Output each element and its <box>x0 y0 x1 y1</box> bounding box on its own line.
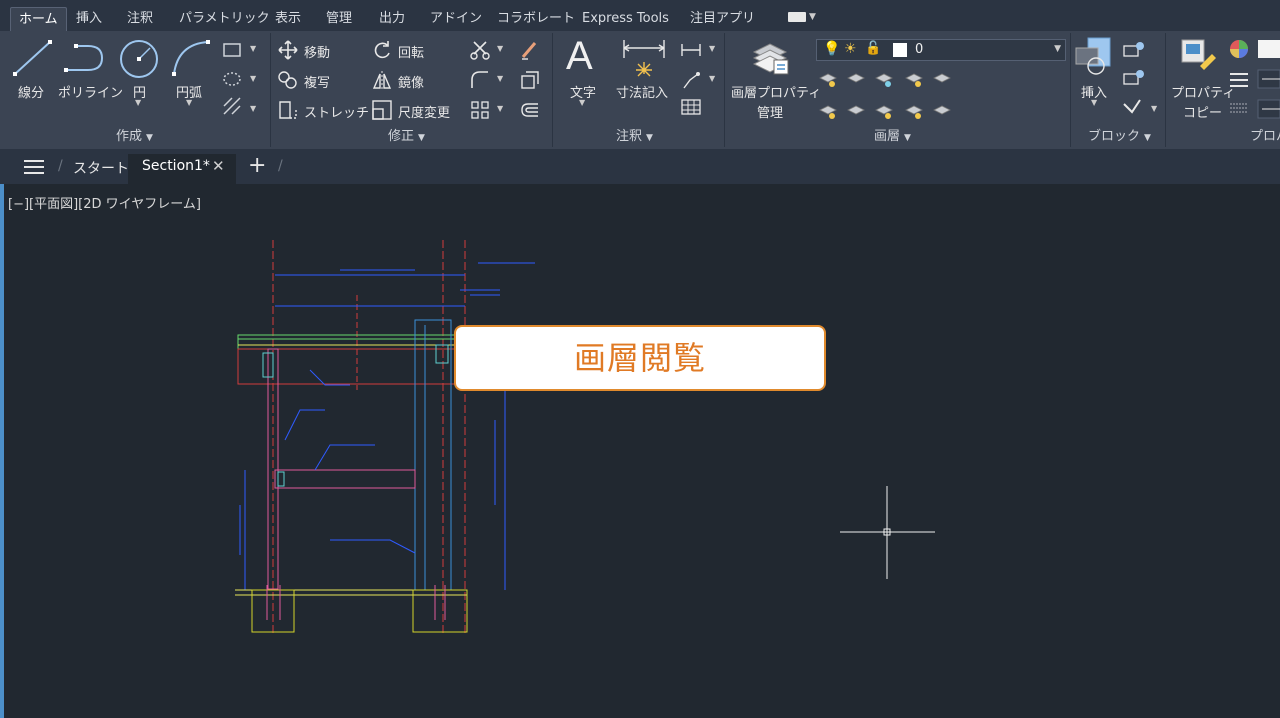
stretch-label[interactable]: ストレッチ <box>304 102 369 121</box>
tab-output[interactable]: 出力 <box>371 7 413 31</box>
scale-icon[interactable] <box>372 100 392 120</box>
fillet-icon[interactable] <box>470 70 490 90</box>
polyline-label[interactable]: ポリライン <box>58 82 123 101</box>
layer-dropdown[interactable]: 💡 ☀ 🔓 0 ▼ <box>816 39 1066 61</box>
tab-featured-apps[interactable]: 注目アプリ <box>682 7 763 31</box>
unlock-icon: 🔓 <box>865 41 882 56</box>
trim-icon[interactable] <box>470 40 490 60</box>
crosshair-cursor <box>840 486 935 579</box>
ribbon-tab-bar: ホーム 挿入 注釈 パラメトリック 表示 管理 出力 アドイン コラボレート E… <box>0 0 1280 32</box>
panel-divider <box>552 33 553 147</box>
layer-properties-label-1[interactable]: 画層プロパティ <box>731 82 821 101</box>
stretch-icon[interactable] <box>278 100 298 120</box>
panel-divider <box>1070 33 1071 147</box>
tab-addins[interactable]: アドイン <box>422 7 490 31</box>
annotation-panel-title[interactable]: 注釈 ▼ <box>616 127 653 147</box>
rotate-label[interactable]: 回転 <box>398 42 424 61</box>
current-layer-name: 0 <box>915 42 924 57</box>
hamburger-menu-icon[interactable] <box>24 160 44 174</box>
chevron-down-icon[interactable]: ▼ <box>809 12 816 22</box>
chevron-down-icon[interactable]: ▼ <box>709 74 715 83</box>
properties-small-tools[interactable] <box>1228 38 1280 122</box>
scale-label[interactable]: 尺度変更 <box>398 102 450 121</box>
file-tab-start[interactable]: スタート <box>73 158 129 178</box>
tab-collaborate[interactable]: コラボレート <box>489 7 583 31</box>
new-tab-plus-icon[interactable]: + <box>248 153 266 178</box>
layer-browse-callout: 画層閲覧 <box>454 325 826 391</box>
line-icon[interactable] <box>12 38 54 78</box>
chevron-down-icon[interactable]: ▼ <box>579 98 585 107</box>
text-icon[interactable]: A <box>566 34 593 79</box>
tab-insert[interactable]: 挿入 <box>68 7 110 31</box>
draw-small-tools[interactable] <box>222 42 242 118</box>
erase-icon[interactable] <box>520 40 540 60</box>
panel-toggle-icon[interactable] <box>788 12 806 22</box>
chevron-down-icon[interactable]: ▼ <box>497 74 503 83</box>
file-tab-bar: / スタート Section1* ✕ + / <box>0 149 1280 184</box>
dimension-label[interactable]: 寸法記入 <box>616 82 668 101</box>
layer-tool-icons[interactable] <box>818 68 958 122</box>
arc-icon[interactable] <box>170 38 212 78</box>
tab-home[interactable]: ホーム <box>10 7 67 32</box>
chevron-down-icon[interactable]: ▼ <box>1091 98 1097 107</box>
draw-panel-title[interactable]: 作成 ▼ <box>116 127 153 147</box>
match-properties-label-1[interactable]: プロパティ <box>1171 82 1235 101</box>
layer-properties-icon[interactable] <box>750 36 792 78</box>
viewport-controls[interactable]: [−][平面図][2D ワイヤフレーム] <box>8 193 201 212</box>
move-icon[interactable] <box>278 40 298 60</box>
mirror-label[interactable]: 鏡像 <box>398 72 424 91</box>
sun-icon: ☀ <box>844 41 857 57</box>
copy-icon[interactable] <box>278 70 298 90</box>
explode-icon[interactable] <box>520 70 540 90</box>
tab-annotate[interactable]: 注釈 <box>119 7 161 31</box>
tab-separator: / <box>58 158 63 174</box>
chevron-down-icon: ▼ <box>1054 44 1061 54</box>
tab-view[interactable]: 表示 <box>267 7 309 31</box>
chevron-down-icon[interactable]: ▼ <box>135 98 141 107</box>
file-tab-active-label: Section1* <box>142 158 210 174</box>
chevron-down-icon[interactable]: ▼ <box>1151 104 1157 113</box>
chevron-down-icon[interactable]: ▼ <box>250 74 256 83</box>
offset-icon[interactable] <box>520 100 540 120</box>
tab-manage[interactable]: 管理 <box>318 7 360 31</box>
block-panel-title[interactable]: ブロック ▼ <box>1088 127 1151 147</box>
chevron-down-icon[interactable]: ▼ <box>250 104 256 113</box>
panel-divider <box>724 33 725 147</box>
file-tab-active[interactable]: Section1* ✕ <box>128 154 236 184</box>
chevron-down-icon[interactable]: ▼ <box>186 98 192 107</box>
layers-panel-title[interactable]: 画層 ▼ <box>874 127 911 147</box>
tab-separator: / <box>278 158 283 174</box>
tab-express-tools[interactable]: Express Tools <box>574 7 677 31</box>
lightbulb-icon: 💡 <box>823 41 841 57</box>
chevron-down-icon[interactable]: ▼ <box>497 104 503 113</box>
match-properties-label-2[interactable]: コピー <box>1183 102 1222 121</box>
panel-divider <box>1165 33 1166 147</box>
chevron-down-icon[interactable]: ▼ <box>709 44 715 53</box>
array-icon[interactable] <box>470 100 490 120</box>
insert-block-icon[interactable] <box>1074 36 1118 78</box>
rotate-icon[interactable] <box>372 40 392 60</box>
match-properties-icon[interactable] <box>1178 36 1218 78</box>
copy-label[interactable]: 複写 <box>304 72 330 91</box>
polyline-icon[interactable] <box>62 40 108 76</box>
close-icon[interactable]: ✕ <box>212 157 225 175</box>
section-drawing <box>235 240 535 635</box>
properties-panel-title[interactable]: プロパ <box>1250 127 1280 147</box>
move-label[interactable]: 移動 <box>304 42 330 61</box>
annotation-small-tools[interactable] <box>680 40 702 120</box>
tab-parametric[interactable]: パラメトリック <box>171 7 278 31</box>
layer-properties-label-2[interactable]: 管理 <box>757 102 783 121</box>
line-label[interactable]: 線分 <box>18 82 44 101</box>
dimension-icon[interactable] <box>622 38 666 78</box>
chevron-down-icon[interactable]: ▼ <box>250 44 256 53</box>
chevron-down-icon[interactable]: ▼ <box>497 44 503 53</box>
modify-panel-title[interactable]: 修正 ▼ <box>388 127 425 147</box>
drawing-canvas[interactable] <box>0 184 1280 718</box>
circle-icon[interactable] <box>118 38 160 80</box>
panel-divider <box>270 33 271 147</box>
mirror-icon[interactable] <box>372 70 392 90</box>
layer-color-swatch <box>893 43 907 57</box>
